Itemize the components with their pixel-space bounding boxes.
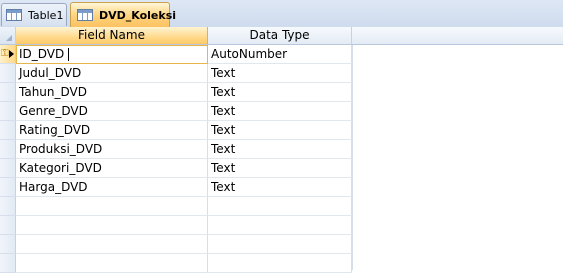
field-name-cell[interactable] (16, 235, 208, 254)
field-name-cell[interactable] (16, 254, 208, 273)
field-name-cell[interactable]: Harga_DVD (16, 178, 208, 197)
description-column-divider (352, 45, 353, 270)
field-name-cell[interactable]: Tahun_DVD (16, 83, 208, 102)
data-type-cell[interactable] (208, 235, 352, 254)
data-type-cell[interactable]: Text (208, 159, 352, 178)
field-name-cell[interactable] (16, 197, 208, 216)
row-selector[interactable] (0, 121, 16, 140)
document-tab-strip: Table1 DVD_Koleksi (0, 0, 563, 28)
field-name-cell[interactable]: Kategori_DVD (16, 159, 208, 178)
tab-label: DVD_Koleksi (99, 9, 177, 22)
table-icon (6, 9, 22, 21)
row-selector[interactable] (0, 102, 16, 121)
data-type-cell[interactable]: AutoNumber (208, 45, 352, 64)
field-name-cell[interactable] (16, 216, 208, 235)
row-selector[interactable] (0, 83, 16, 102)
tab-table1[interactable]: Table1 (1, 3, 67, 26)
field-name-cell[interactable]: ID_DVD (16, 45, 208, 64)
data-type-cell[interactable] (208, 197, 352, 216)
data-type-cell[interactable]: Text (208, 178, 352, 197)
row-selector[interactable] (0, 159, 16, 178)
tab-label: Table1 (28, 9, 64, 22)
row-selector[interactable] (0, 140, 16, 159)
primary-key-icon: ⚿ (1, 48, 9, 59)
data-type-cell[interactable]: Text (208, 102, 352, 121)
row-selector[interactable]: ⚿ (0, 45, 16, 64)
field-name-cell[interactable]: Judul_DVD (16, 64, 208, 83)
row-selector[interactable] (0, 178, 16, 197)
row-selector[interactable] (0, 216, 16, 235)
row-selector[interactable] (0, 197, 16, 216)
table-design-grid: Field Name Data Type ⚿ ID_DVD AutoNumber Ju… (0, 27, 563, 273)
column-header-field-name[interactable]: Field Name (16, 27, 208, 45)
field-name-cell[interactable]: Rating_DVD (16, 121, 208, 140)
data-type-cell[interactable] (208, 254, 352, 273)
select-all-corner[interactable] (0, 27, 16, 45)
row-selector[interactable] (0, 254, 16, 273)
tab-dvd-koleksi[interactable]: DVD_Koleksi (70, 2, 176, 27)
field-name-cell[interactable]: Produksi_DVD (16, 140, 208, 159)
row-selector[interactable] (0, 235, 16, 254)
data-type-cell[interactable]: Text (208, 64, 352, 83)
field-name-cell[interactable]: Genre_DVD (16, 102, 208, 121)
data-type-cell[interactable] (208, 216, 352, 235)
row-selector[interactable] (0, 64, 16, 83)
data-type-cell[interactable]: Text (208, 140, 352, 159)
data-type-cell[interactable]: Text (208, 83, 352, 102)
column-header-description[interactable] (352, 27, 563, 45)
current-row-arrow-icon (9, 50, 14, 58)
data-type-cell[interactable]: Text (208, 121, 352, 140)
column-header-data-type[interactable]: Data Type (208, 27, 352, 45)
table-icon (77, 9, 93, 21)
